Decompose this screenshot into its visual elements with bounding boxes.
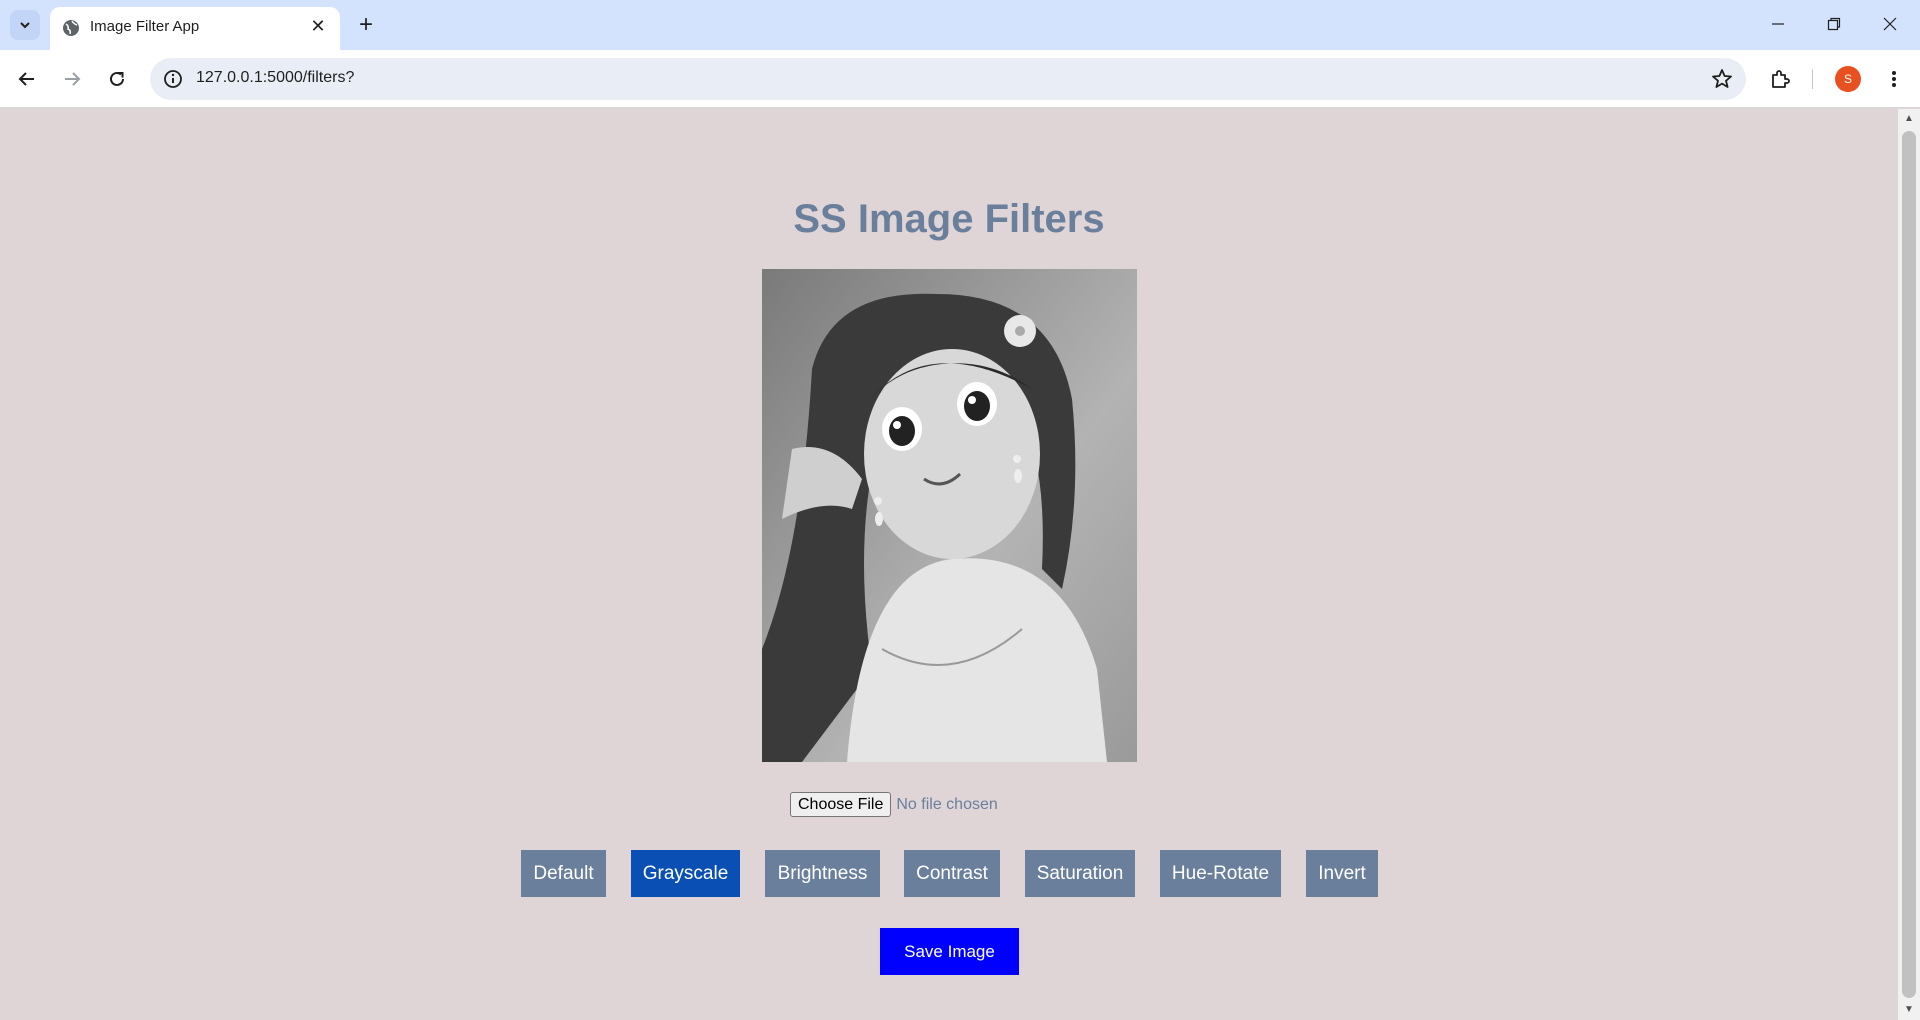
- tab-strip: Image Filter App ✕ +: [0, 0, 1920, 50]
- page-viewport: SS Image Filters Choose File No file cho…: [0, 109, 1898, 1020]
- scroll-thumb[interactable]: [1902, 131, 1916, 998]
- scroll-down-icon[interactable]: ▼: [1903, 1004, 1915, 1016]
- file-input[interactable]: Choose File No file chosen: [790, 792, 998, 817]
- filter-hue-rotate-button[interactable]: Hue-Rotate: [1160, 850, 1281, 897]
- preview-image: [762, 269, 1137, 762]
- close-tab-icon[interactable]: ✕: [306, 14, 330, 38]
- filter-brightness-button[interactable]: Brightness: [765, 850, 880, 897]
- back-arrow-icon: [18, 72, 34, 86]
- tab-search-button[interactable]: [10, 10, 40, 40]
- site-info-icon[interactable]: [162, 68, 184, 90]
- filter-default-button[interactable]: Default: [521, 850, 606, 897]
- scroll-up-icon[interactable]: ▲: [1903, 113, 1915, 125]
- filter-saturation-button[interactable]: Saturation: [1025, 850, 1135, 897]
- forward-arrow-icon: [65, 72, 81, 86]
- choose-file-button[interactable]: Choose File: [790, 792, 892, 817]
- minimize-icon: [1772, 23, 1784, 25]
- restore-icon: [1827, 17, 1841, 31]
- restore-button[interactable]: [1806, 0, 1862, 48]
- back-button[interactable]: [9, 61, 45, 97]
- profile-avatar[interactable]: S: [1835, 66, 1861, 92]
- new-tab-button[interactable]: +: [352, 11, 380, 39]
- filter-contrast-button[interactable]: Contrast: [904, 850, 1000, 897]
- globe-icon: [63, 20, 79, 36]
- filter-invert-button[interactable]: Invert: [1306, 850, 1378, 897]
- file-status-text: No file chosen: [896, 795, 998, 813]
- minimize-button[interactable]: [1750, 0, 1806, 48]
- browser-toolbar: 127.0.0.1:5000/filters? S: [0, 50, 1920, 108]
- filter-grayscale-button[interactable]: Grayscale: [631, 850, 740, 897]
- toolbar-divider: [1812, 69, 1813, 89]
- reload-icon: [110, 71, 124, 86]
- vertical-scrollbar[interactable]: ▲ ▼: [1898, 109, 1920, 1020]
- puzzle-icon: [1772, 70, 1790, 88]
- address-bar[interactable]: 127.0.0.1:5000/filters?: [150, 58, 1746, 100]
- close-window-button[interactable]: [1862, 0, 1918, 48]
- kebab-menu-icon: [1892, 71, 1896, 87]
- reload-button[interactable]: [99, 61, 135, 97]
- tab-title: Image Filter App: [90, 18, 200, 35]
- forward-button[interactable]: [54, 61, 90, 97]
- save-image-button[interactable]: Save Image: [880, 928, 1019, 975]
- bookmark-star-icon[interactable]: [1710, 67, 1734, 91]
- chevron-down-icon: [20, 22, 30, 29]
- browser-tab[interactable]: Image Filter App ✕: [50, 7, 340, 50]
- menu-button[interactable]: [1876, 61, 1912, 97]
- page-title: SS Image Filters: [793, 197, 1105, 241]
- url-text[interactable]: 127.0.0.1:5000/filters?: [196, 69, 354, 87]
- extensions-button[interactable]: [1762, 61, 1798, 97]
- close-icon: [1883, 17, 1897, 31]
